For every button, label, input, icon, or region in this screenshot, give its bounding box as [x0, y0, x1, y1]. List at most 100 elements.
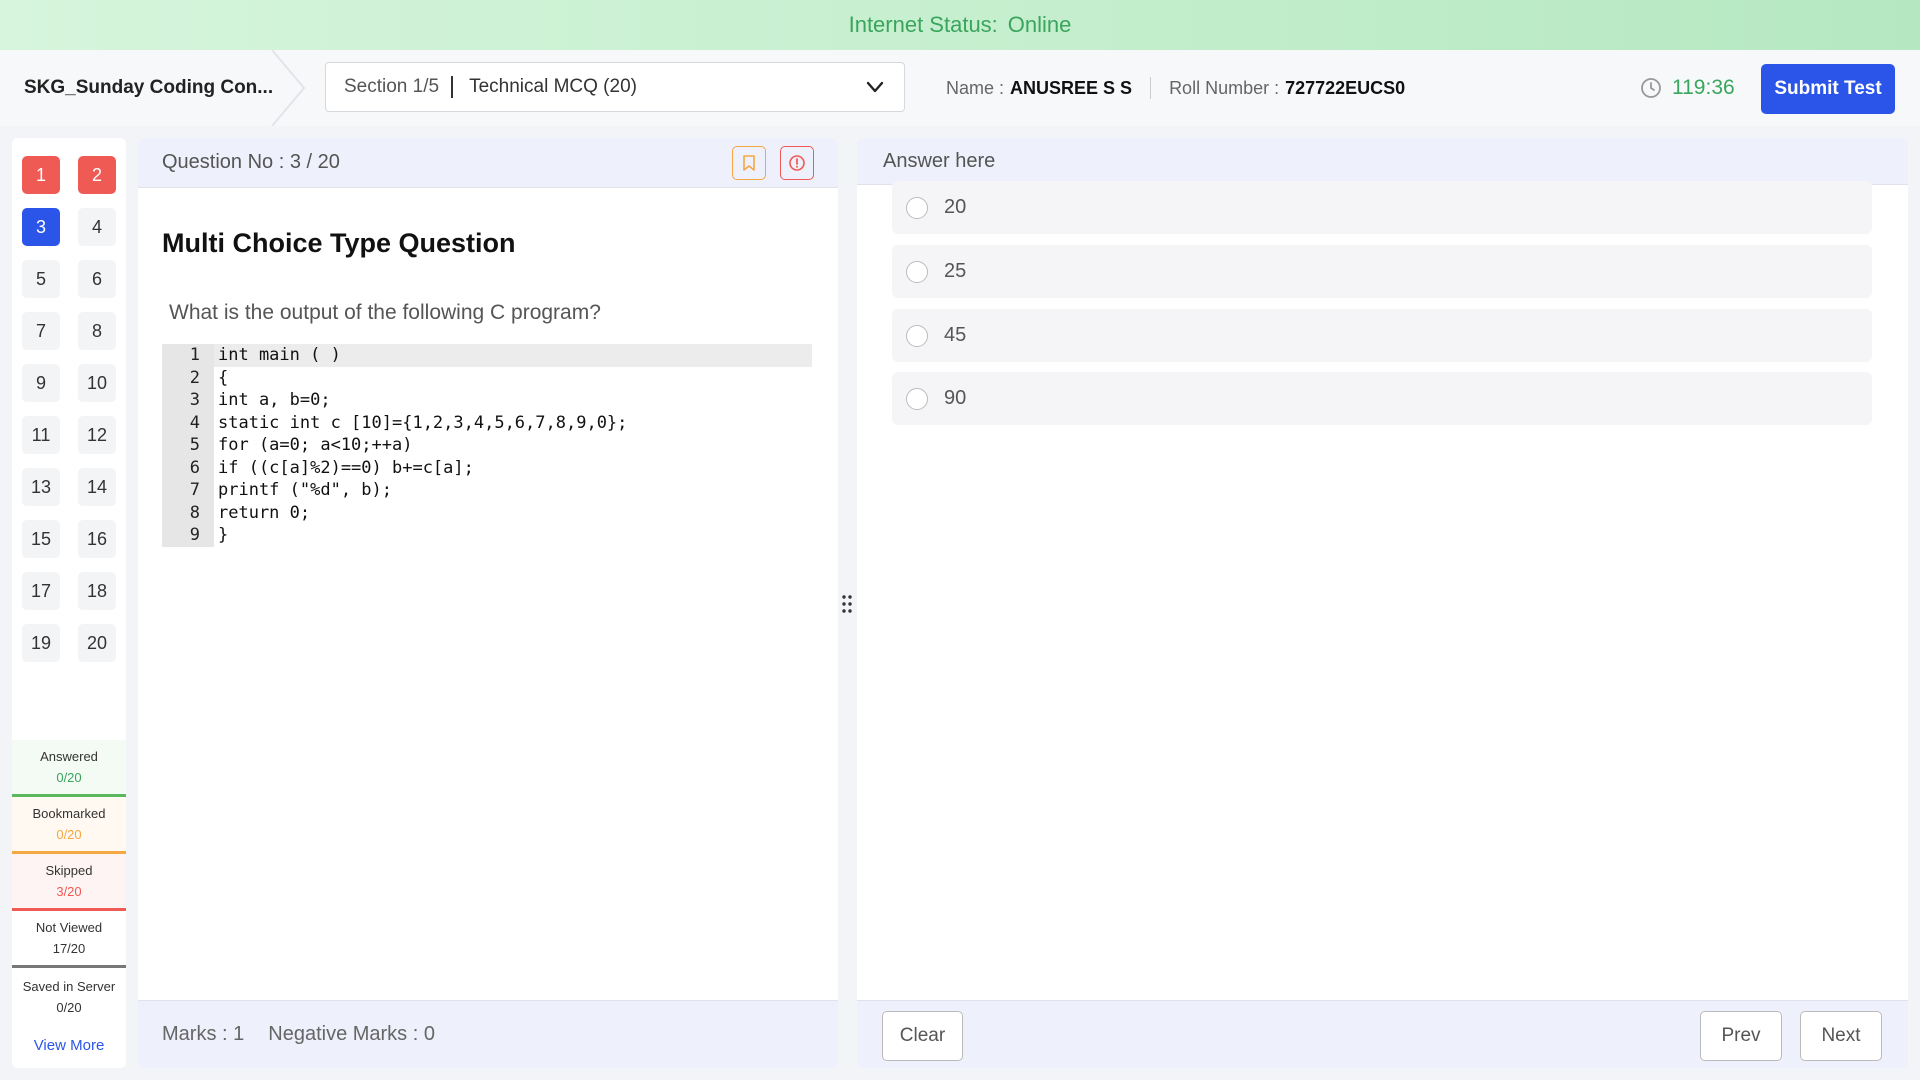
question-palette: 1 2 3 4 5 6 7 8 9 10 11 12 13 14 15 16 17 18 19 20 Answered… [12, 138, 126, 1068]
code-line-text: for (a=0; a<10;++a) [218, 435, 413, 456]
code-line-text: } [218, 525, 229, 546]
question-button-20[interactable]: 20 [78, 624, 116, 662]
radio-button[interactable] [906, 260, 928, 283]
question-button-4[interactable]: 4 [78, 208, 116, 246]
code-line: 4 static int c [10]={1,2,3,4,5,6,7,8,9,0}… [162, 411, 812, 434]
internet-status-value: Online [1007, 12, 1072, 37]
legend-saved-in-server: Saved in Server 0/20 [12, 968, 126, 1025]
test-title: SKG_Sunday Coding Con... [24, 77, 274, 98]
code-line: 5 for (a=0; a<10;++a) [162, 434, 812, 457]
answer-option[interactable]: 20 [892, 181, 1872, 234]
code-line: 2{ [162, 366, 812, 389]
report-button[interactable] [780, 145, 814, 180]
code-line-text: int main ( ) [214, 344, 812, 367]
answer-footer: Clear Prev Next [857, 1000, 1908, 1068]
clock-icon [1641, 78, 1661, 98]
legend-bookmarked: Bookmarked 0/20 [12, 797, 126, 854]
code-line: 6 if ((c[a]%2)==0) b+=c[a]; [162, 456, 812, 479]
header: SKG_Sunday Coding Con... Section 1/5 Tec… [0, 50, 1920, 126]
legend-not-viewed-label: Not Viewed [35, 920, 103, 935]
question-panel: Question No : 3 / 20 Multi Choice Type Q… [138, 138, 838, 1068]
code-line-text: static int c [10]={1,2,3,4,5,6,7,8,9,0}; [218, 412, 628, 433]
radio-button[interactable] [906, 196, 928, 219]
code-line-number: 2 [162, 366, 214, 389]
roll-number-value: 727722EUCS0 [1285, 77, 1406, 98]
question-button-3[interactable]: 3 [22, 208, 60, 246]
next-button[interactable]: Next [1800, 1011, 1882, 1061]
question-button-8[interactable]: 8 [78, 312, 116, 350]
legend-not-viewed: Not Viewed 17/20 [12, 911, 126, 968]
breadcrumb-chevron-icon [271, 50, 306, 126]
negative-marks: Negative Marks : 0 [268, 1023, 435, 1045]
question-button-15[interactable]: 15 [22, 520, 60, 558]
question-button-13[interactable]: 13 [22, 468, 60, 506]
bookmark-button[interactable] [732, 145, 766, 180]
code-line-number: 1 [162, 344, 214, 367]
answer-option-label: 20 [944, 196, 967, 218]
question-button-19[interactable]: 19 [22, 624, 60, 662]
legend-bookmarked-label: Bookmarked [32, 806, 106, 821]
clear-button[interactable]: Clear [882, 1011, 963, 1061]
code-line: 1 int main ( ) [162, 344, 812, 367]
code-line-text: printf ("%d", b); [218, 480, 392, 501]
view-more-link[interactable]: View More [12, 1037, 126, 1054]
question-button-12[interactable]: 12 [78, 416, 116, 454]
code-line: 3 int a, b=0; [162, 389, 812, 412]
code-line-number: 5 [162, 434, 214, 457]
question-button-6[interactable]: 6 [78, 260, 116, 298]
question-button-16[interactable]: 16 [78, 520, 116, 558]
question-button-18[interactable]: 18 [78, 572, 116, 610]
question-button-11[interactable]: 11 [22, 416, 60, 454]
roll-number-label: Roll Number : [1169, 77, 1280, 98]
answer-header: Answer here [857, 138, 1908, 185]
question-button-7[interactable]: 7 [22, 312, 60, 350]
radio-button[interactable] [906, 324, 928, 347]
submit-test-button[interactable]: Submit Test [1761, 64, 1895, 114]
code-line-text: return 0; [218, 502, 311, 523]
answer-option-label: 90 [944, 387, 967, 409]
question-grid: 1 2 3 4 5 6 7 8 9 10 11 12 13 14 15 16 17 18 19 20 [22, 156, 118, 662]
chevron-down-icon [866, 81, 884, 93]
timer: 119:36 [1640, 50, 1735, 126]
question-button-1[interactable]: 1 [22, 156, 60, 194]
legend-skipped-label: Skipped [45, 863, 93, 878]
section-name: Technical MCQ (20) [469, 76, 637, 97]
legend-answered-count: 0/20 [56, 770, 82, 785]
drag-handle-icon[interactable] [840, 592, 854, 616]
legend-answered: Answered 0/20 [12, 740, 126, 797]
name-label: Name : [946, 77, 1005, 98]
legend-saved-count: 0/20 [56, 999, 82, 1015]
answer-option[interactable]: 45 [892, 309, 1872, 362]
code-block: 1 int main ( ) 2{3 int a, b=0; 4 static int c… [162, 344, 812, 547]
question-button-14[interactable]: 14 [78, 468, 116, 506]
internet-status-label: Internet Status: [848, 12, 998, 37]
code-line-number: 6 [162, 456, 214, 479]
code-line-number: 7 [162, 479, 214, 502]
answer-option-label: 45 [944, 324, 967, 346]
legend-skipped-count: 3/20 [56, 884, 82, 899]
bookmark-icon [743, 154, 755, 171]
code-line: 8 return 0; [162, 501, 812, 524]
code-line: 9} [162, 524, 812, 547]
question-header: Question No : 3 / 20 [138, 138, 838, 188]
radio-button[interactable] [906, 387, 928, 410]
question-number: Question No : 3 / 20 [162, 151, 340, 173]
code-line: 7 printf ("%d", b); [162, 479, 812, 502]
answer-option-label: 25 [944, 260, 967, 282]
prev-button[interactable]: Prev [1700, 1011, 1782, 1061]
code-line-number: 3 [162, 389, 214, 412]
question-button-5[interactable]: 5 [22, 260, 60, 298]
answer-option[interactable]: 90 [892, 372, 1872, 425]
question-text: What is the output of the following C pr… [169, 301, 601, 324]
question-button-9[interactable]: 9 [22, 364, 60, 402]
question-button-10[interactable]: 10 [78, 364, 116, 402]
section-select[interactable]: Section 1/5 Technical MCQ (20) [325, 62, 905, 112]
legend-answered-label: Answered [40, 749, 98, 764]
question-button-17[interactable]: 17 [22, 572, 60, 610]
question-button-2[interactable]: 2 [78, 156, 116, 194]
code-line-text: { [218, 367, 229, 388]
answer-option[interactable]: 25 [892, 245, 1872, 298]
name-value: ANUSREE S S [1010, 77, 1133, 98]
code-line-number: 8 [162, 501, 214, 524]
status-legend: Answered 0/20 Bookmarked 0/20 Skipped 3/… [12, 740, 126, 1054]
